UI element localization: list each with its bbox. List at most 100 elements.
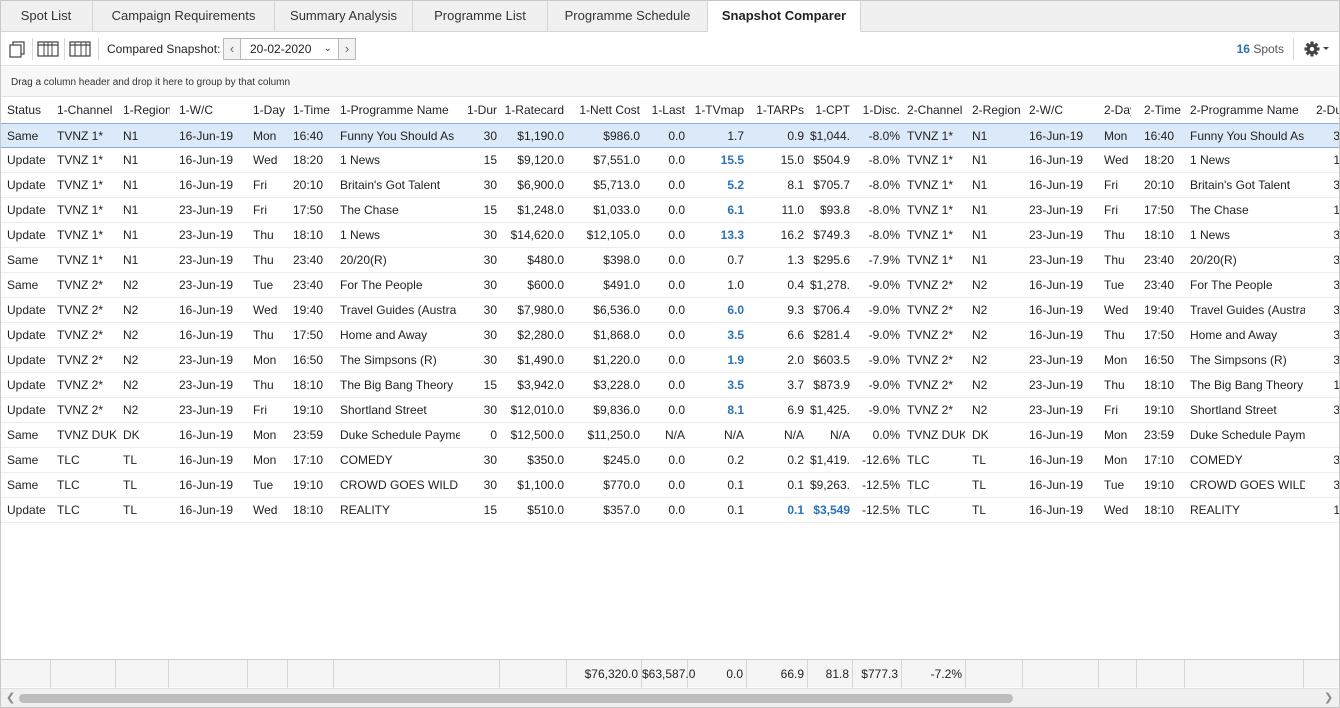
table-row[interactable]: Update TVNZ 1* N1 23-Jun-19 Thu 18:10 1 News 30…	[0, 223, 1340, 248]
snapshot-prev-button[interactable]: ‹	[223, 38, 241, 60]
table-row[interactable]: Same TLC TL 16-Jun-19 Mon 17:10 COMEDY 30 $350.0…	[0, 448, 1340, 473]
column-header-2-channel[interactable]: 2-Channel	[907, 97, 965, 123]
cell-1-tarps: 15.0	[780, 153, 804, 167]
spot-count: 16 Spots	[1237, 42, 1284, 56]
column-header-1-tvmap[interactable]: 1-TVmap	[688, 97, 744, 123]
cell-1-tarps: 16.2	[780, 228, 804, 242]
column-header-status[interactable]: Status	[7, 97, 50, 123]
column-header-2-time[interactable]: 2-Time	[1144, 97, 1183, 123]
cell-1-channel: TVNZ 2*	[57, 353, 104, 367]
column-header-1-day[interactable]: 1-Day	[253, 97, 288, 123]
cell-1-w-c: 23-Jun-19	[179, 228, 234, 242]
cell-2-programme-name: The Simpsons (R)	[1190, 353, 1287, 367]
table-row[interactable]: Same TVNZ DUK DK 16-Jun-19 Mon 23:59 Duke Sche…	[0, 423, 1340, 448]
column-header-1-ratecard[interactable]: 1-Ratecard	[504, 97, 564, 123]
column-header-2-programme-name[interactable]: 2-Programme Name	[1190, 97, 1305, 123]
cell-1-ratecard: $7,980.0	[517, 303, 564, 317]
tab-programme-schedule[interactable]: Programme Schedule	[548, 0, 708, 32]
cell-1-nett-cost: $1,220.0	[593, 353, 640, 367]
scroll-right-icon[interactable]: ❯	[1324, 691, 1333, 704]
cell-1-cpt: $1,425.	[809, 403, 850, 417]
cell-1-nett-cost: $357.0	[603, 503, 640, 517]
snapshot-value: 20-02-2020	[250, 42, 312, 56]
table-row[interactable]: Update TVNZ 2* N2 23-Jun-19 Fri 19:10 Shortlan…	[0, 398, 1340, 423]
snapshot-next-button[interactable]: ›	[338, 38, 356, 60]
tab-campaign-requirements[interactable]: Campaign Requirements	[93, 0, 275, 32]
cell-1-tvmap: 13.3	[720, 228, 744, 242]
total-2-region	[1023, 660, 1099, 688]
copy-view-icon[interactable]	[7, 40, 29, 58]
cell-2-region: TL	[972, 503, 987, 517]
column-header-1-cpt[interactable]: 1-CPT	[808, 97, 850, 123]
tab-programme-list[interactable]: Programme List	[413, 0, 548, 32]
cell-1-region: N1	[123, 129, 139, 143]
columns-view-alt-icon[interactable]	[69, 40, 91, 58]
cell-1-nett-cost: $11,250.0	[587, 428, 641, 442]
cell-1-ratecard: $510.0	[527, 503, 564, 517]
cell-1-programme-name: Funny You Should As	[340, 129, 455, 143]
table-row[interactable]: Update TLC TL 16-Jun-19 Wed 18:10 REALITY 15 $51…	[0, 498, 1340, 523]
column-header-1-nett-cost[interactable]: 1-Nett Cost	[573, 97, 640, 123]
column-header-2-day[interactable]: 2-Day	[1104, 97, 1131, 123]
cell-2-w-c: 16-Jun-19	[1029, 328, 1084, 342]
table-row[interactable]: Update TVNZ 1* N1 16-Jun-19 Fri 20:10 Britain'…	[0, 173, 1340, 198]
scrollbar-thumb[interactable]	[19, 694, 1013, 703]
cell-1-programme-name: Shortland Street	[340, 403, 427, 417]
cell-1-dur: 30	[483, 278, 497, 292]
column-header-2-region[interactable]: 2-Region	[972, 97, 1020, 123]
scroll-left-icon[interactable]: ❮	[6, 691, 15, 704]
column-header-1-channel[interactable]: 1-Channel	[57, 97, 117, 123]
cell-status: Update	[7, 403, 46, 417]
toolbar-separator	[1293, 38, 1294, 60]
cell-2-channel: TVNZ 2*	[907, 403, 954, 417]
cell-2-channel: TVNZ 1*	[907, 253, 954, 267]
column-header-1-tarps[interactable]: 1-TARPs	[748, 97, 804, 123]
column-header-1-last[interactable]: 1-Last	[649, 97, 685, 123]
toolbar: Compared Snapshot: ‹ 20-02-2020 ⌄ › 16 S…	[0, 32, 1340, 66]
table-row[interactable]: Same TVNZ 1* N1 23-Jun-19 Thu 23:40 20/20(R) 30…	[0, 248, 1340, 273]
total-1-day	[248, 660, 288, 688]
table-row[interactable]: Update TVNZ 2* N2 16-Jun-19 Wed 19:40 Travel G…	[0, 298, 1340, 323]
cell-1-ratecard: $3,942.0	[517, 378, 564, 392]
group-drop-area[interactable]: Drag a column header and drop it here to…	[0, 67, 1340, 97]
tab-snapshot-comparer[interactable]: Snapshot Comparer	[708, 0, 861, 32]
cell-1-region: N2	[123, 403, 139, 417]
columns-view-icon[interactable]	[37, 40, 59, 58]
column-header-1-disc[interactable]: 1-Disc.	[857, 97, 900, 123]
column-header-2-w-c[interactable]: 2-W/C	[1029, 97, 1098, 123]
table-row[interactable]: Update TVNZ 2* N2 16-Jun-19 Thu 17:50 Home and…	[0, 323, 1340, 348]
table-row[interactable]: Same TVNZ 2* N2 23-Jun-19 Tue 23:40 For The Pe…	[0, 273, 1340, 298]
table-row[interactable]: Update TVNZ 1* N1 23-Jun-19 Fri 17:50 The Chas…	[0, 198, 1340, 223]
cell-1-day: Fri	[253, 203, 267, 217]
total-2-day	[1137, 660, 1185, 688]
column-header-1-programme-name[interactable]: 1-Programme Name	[340, 97, 460, 123]
column-header-2-du[interactable]: 2-Du	[1316, 97, 1340, 123]
table-row[interactable]: Same TLC TL 16-Jun-19 Tue 19:10 CROWD GOES WIL…	[0, 473, 1340, 498]
tab-spot-list[interactable]: Spot List	[0, 0, 93, 32]
cell-2-w-c: 16-Jun-19	[1029, 178, 1084, 192]
column-header-1-w-c[interactable]: 1-W/C	[179, 97, 245, 123]
horizontal-scrollbar[interactable]: ❮ ❯	[0, 688, 1340, 708]
cell-2-w-c: 16-Jun-19	[1029, 453, 1084, 467]
cell-2-du: 3	[1333, 228, 1340, 242]
table-row[interactable]: Update TVNZ 2* N2 23-Jun-19 Mon 16:50 The Simp…	[0, 348, 1340, 373]
column-header-1-dur[interactable]: 1-Dur	[466, 97, 497, 123]
column-header-1-time[interactable]: 1-Time	[293, 97, 333, 123]
table-row[interactable]: Same TVNZ 1* N1 16-Jun-19 Mon 16:40 Funny You …	[0, 123, 1340, 148]
cell-1-channel: TVNZ 2*	[57, 303, 104, 317]
cell-2-time: 16:50	[1144, 353, 1175, 367]
cell-1-programme-name: Travel Guides (Austra	[340, 303, 457, 317]
table-row[interactable]: Update TVNZ 2* N2 23-Jun-19 Thu 18:10 The Big …	[0, 373, 1340, 398]
column-header-1-region[interactable]: 1-Region	[123, 97, 170, 123]
cell-status: Same	[7, 453, 39, 467]
cell-2-region: N2	[972, 378, 988, 392]
gear-icon[interactable]	[1302, 39, 1330, 59]
table-row[interactable]: Update TVNZ 1* N1 16-Jun-19 Wed 18:20 1 News 15…	[0, 148, 1340, 173]
cell-1-tarps: 2.0	[787, 353, 804, 367]
tab-summary-analysis[interactable]: Summary Analysis	[275, 0, 413, 32]
snapshot-select[interactable]: 20-02-2020 ⌄	[241, 38, 338, 60]
cell-1-cpt: $93.8	[819, 203, 850, 217]
cell-1-nett-cost: $7,551.0	[593, 153, 640, 167]
cell-1-tvmap: 6.0	[727, 303, 744, 317]
cell-1-channel: TVNZ 2*	[57, 328, 104, 342]
